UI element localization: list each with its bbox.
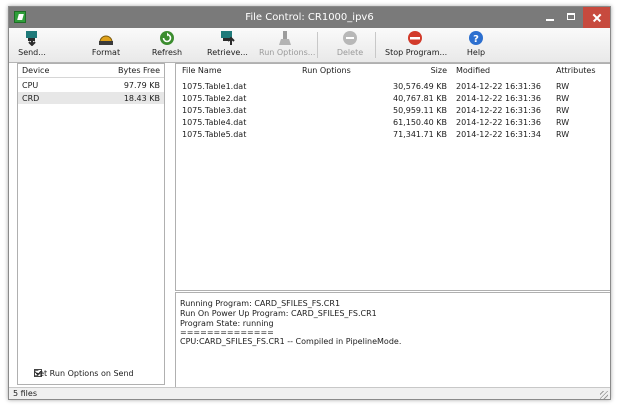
refresh-button[interactable]: Refresh bbox=[147, 30, 187, 60]
send-icon bbox=[26, 31, 37, 46]
run-options-icon bbox=[279, 31, 291, 45]
log-line: Program State: running bbox=[180, 319, 274, 328]
device-list: Device Bytes Free CPU 97.79 KB CRD 18.43… bbox=[17, 63, 165, 385]
status-bar: 5 files bbox=[9, 387, 610, 399]
file-row[interactable]: 1075.Table2.dat 40,767.81 KB 2014-12-22 … bbox=[176, 92, 610, 104]
help-button[interactable]: ? Help bbox=[461, 30, 491, 60]
toolbar: Send... Format Refresh Retrieve... Run O… bbox=[9, 28, 610, 63]
toolbar-separator bbox=[375, 32, 376, 58]
file-control-window: File Control: CR1000_ipv6 Send... Format bbox=[8, 6, 611, 400]
file-row[interactable]: 1075.Table4.dat 61,150.40 KB 2014-12-22 … bbox=[176, 116, 610, 128]
retrieve-icon bbox=[221, 31, 235, 45]
toolbar-separator bbox=[317, 32, 318, 58]
file-row[interactable]: 1075.Table3.dat 50,959.11 KB 2014-12-22 … bbox=[176, 104, 610, 116]
program-status-log: Running Program: CARD_SFILES_FS.CR1 Run … bbox=[175, 292, 610, 388]
window-title: File Control: CR1000_ipv6 bbox=[245, 12, 374, 23]
file-name-column-header[interactable]: File Name bbox=[182, 66, 222, 75]
delete-icon bbox=[343, 31, 357, 45]
stop-program-icon bbox=[408, 31, 422, 45]
log-line: ============== bbox=[180, 328, 274, 337]
resize-grip-icon[interactable] bbox=[600, 391, 608, 399]
minimize-button[interactable] bbox=[539, 7, 561, 28]
log-line: Run On Power Up Program: CARD_SFILES_FS.… bbox=[180, 309, 377, 318]
title-bar: File Control: CR1000_ipv6 bbox=[9, 7, 610, 28]
help-icon: ? bbox=[469, 31, 483, 45]
file-row[interactable]: 1075.Table1.dat 30,576.49 KB 2014-12-22 … bbox=[176, 80, 610, 92]
modified-column-header[interactable]: Modified bbox=[456, 66, 490, 75]
size-column-header[interactable]: Size bbox=[431, 66, 447, 75]
device-list-header: Device Bytes Free bbox=[18, 64, 164, 78]
format-icon bbox=[99, 35, 113, 45]
file-row[interactable]: 1075.Table5.dat 71,341.71 KB 2014-12-22 … bbox=[176, 128, 610, 140]
retrieve-button[interactable]: Retrieve... bbox=[207, 30, 248, 60]
device-row[interactable]: CRD 18.43 KB bbox=[18, 92, 164, 104]
log-line: CPU:CARD_SFILES_FS.CR1 -- Compiled in Pi… bbox=[180, 337, 402, 346]
device-column-header[interactable]: Device bbox=[22, 66, 49, 75]
run-options-column-header[interactable]: Run Options bbox=[302, 66, 351, 75]
file-list: File Name Run Options Size Modified Attr… bbox=[175, 63, 610, 291]
delete-button[interactable]: Delete bbox=[333, 30, 367, 60]
file-count-status: 5 files bbox=[13, 389, 37, 398]
close-button[interactable] bbox=[583, 7, 610, 28]
svg-text:?: ? bbox=[473, 34, 479, 45]
attributes-column-header[interactable]: Attributes bbox=[556, 66, 596, 75]
send-button[interactable]: Send... bbox=[15, 30, 49, 60]
maximize-button[interactable] bbox=[561, 7, 583, 28]
format-button[interactable]: Format bbox=[89, 30, 123, 60]
log-line: Running Program: CARD_SFILES_FS.CR1 bbox=[180, 299, 341, 308]
run-options-button[interactable]: Run Options... bbox=[259, 30, 315, 60]
bytes-free-column-header[interactable]: Bytes Free bbox=[118, 66, 160, 75]
device-row[interactable]: CPU 97.79 KB bbox=[18, 79, 164, 91]
stop-program-button[interactable]: Stop Program... bbox=[385, 30, 447, 60]
file-list-header: File Name Run Options Size Modified Attr… bbox=[176, 64, 610, 77]
refresh-icon bbox=[160, 31, 174, 45]
set-run-options-label: Set Run Options on Send bbox=[34, 369, 134, 378]
